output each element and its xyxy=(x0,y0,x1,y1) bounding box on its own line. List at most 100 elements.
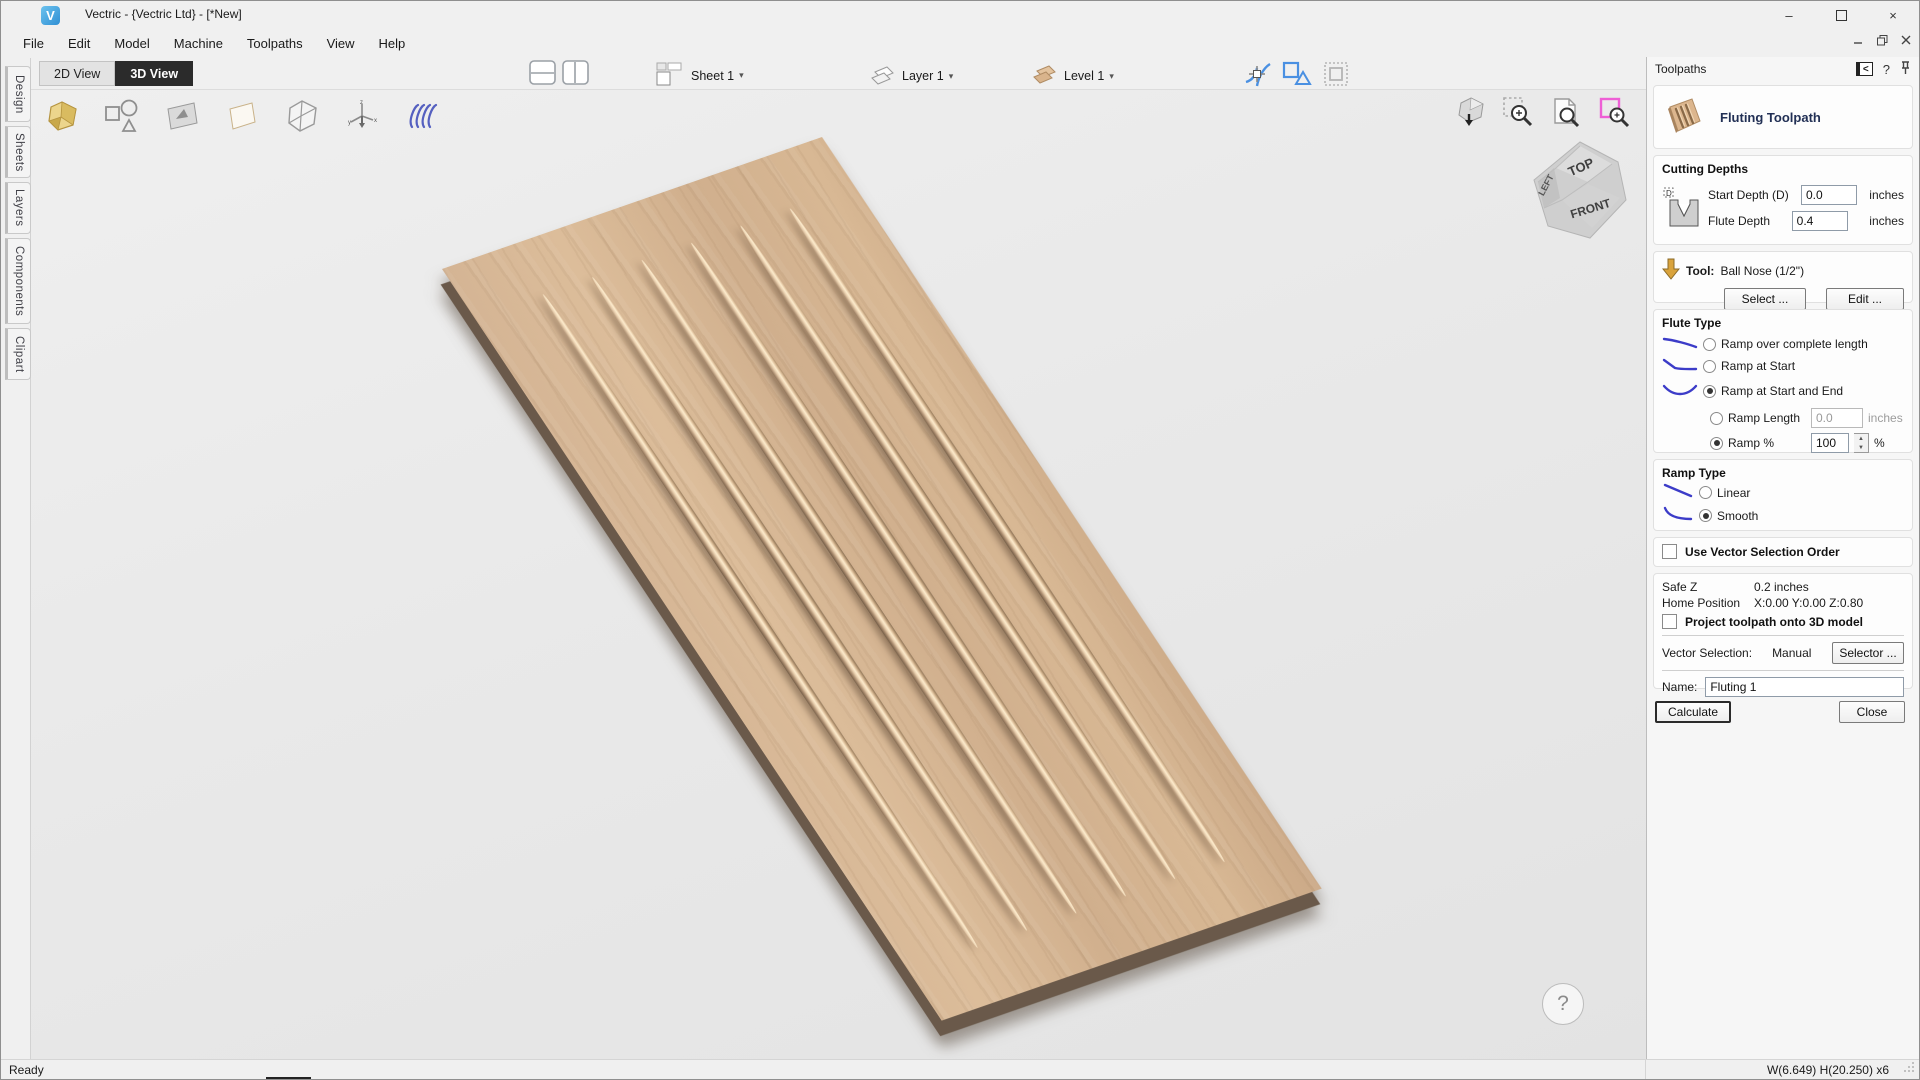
menu-toolpaths[interactable]: Toolpaths xyxy=(235,31,315,56)
sheet-icon xyxy=(656,62,686,89)
menu-edit[interactable]: Edit xyxy=(56,31,102,56)
calculate-button[interactable]: Calculate xyxy=(1655,701,1731,723)
ramp-linear-icon xyxy=(1662,483,1694,502)
toolpath-squiggle-icon[interactable] xyxy=(403,98,441,134)
maximize-button[interactable] xyxy=(1815,1,1867,29)
ramp-length-input[interactable] xyxy=(1811,408,1863,428)
sidebar-item-design[interactable]: Design xyxy=(5,66,31,122)
flute-depth-units: inches xyxy=(1869,214,1904,228)
sidebar-item-sheets[interactable]: Sheets xyxy=(5,126,31,178)
screen-edge-artifact xyxy=(266,1077,311,1079)
sidebar-item-clipart[interactable]: Clipart xyxy=(5,328,31,380)
radio-ramp-complete[interactable] xyxy=(1703,338,1716,351)
menu-file[interactable]: File xyxy=(11,31,56,56)
view-toolbar xyxy=(1456,96,1630,131)
menu-machine[interactable]: Machine xyxy=(162,31,235,56)
sheet-dropdown[interactable]: Sheet 1 ▾ xyxy=(656,62,744,89)
sidebar-item-layers[interactable]: Layers xyxy=(5,182,31,234)
level-dropdown-label: Level 1 xyxy=(1064,69,1104,83)
ramp-smooth-icon xyxy=(1662,506,1694,525)
flute-depth-input[interactable] xyxy=(1792,211,1848,231)
radio-ramp-smooth[interactable] xyxy=(1699,509,1712,522)
start-depth-input[interactable] xyxy=(1801,185,1857,205)
menu-help[interactable]: Help xyxy=(367,31,418,56)
shapes-icon[interactable] xyxy=(103,98,141,134)
layer-dropdown[interactable]: Layer 1 ▾ xyxy=(869,62,953,90)
radio-ramp-start-end[interactable] xyxy=(1703,385,1716,398)
3d-viewport[interactable]: zyx TOP LEFT FRONT ? xyxy=(31,90,1648,1059)
window-title: Vectric - {Vectric Ltd} - [*New] xyxy=(85,7,242,21)
radio-ramp-percent[interactable] xyxy=(1710,437,1723,450)
geometry-snap-icon[interactable] xyxy=(1282,60,1312,91)
use-vector-order-checkbox[interactable] xyxy=(1662,544,1677,559)
panel-pin-icon[interactable] xyxy=(1900,61,1911,78)
cutting-depths-heading: Cutting Depths xyxy=(1662,162,1904,176)
menu-view[interactable]: View xyxy=(315,31,367,56)
zoom-selection-icon[interactable] xyxy=(1502,96,1534,131)
material-block-icon[interactable] xyxy=(43,98,81,134)
sheet-dropdown-label: Sheet 1 xyxy=(691,69,734,83)
sheet-blank-icon[interactable] xyxy=(223,98,261,134)
mdi-close-button[interactable] xyxy=(1897,31,1915,49)
close-button[interactable]: × xyxy=(1867,1,1919,29)
divider xyxy=(1645,1060,1646,1079)
home-position-label: Home Position xyxy=(1662,596,1754,610)
resize-grip-icon[interactable] xyxy=(1903,1061,1915,1076)
ramp-percent-spinner[interactable]: ▲▼ xyxy=(1854,433,1869,453)
project-toolpath-checkbox[interactable] xyxy=(1662,614,1677,629)
vector-selection-value: Manual xyxy=(1772,646,1811,660)
tool-name: Ball Nose (1/2") xyxy=(1720,264,1804,278)
ramp-percent-label: Ramp % xyxy=(1728,436,1806,450)
tool-edit-button[interactable]: Edit ... xyxy=(1826,288,1904,310)
tab-2d-view[interactable]: 2D View xyxy=(39,61,115,86)
position-card: Safe Z 0.2 inches Home Position X:0.00 Y… xyxy=(1653,573,1913,689)
spinner-down-icon[interactable]: ▼ xyxy=(1854,443,1868,452)
help-button[interactable]: ? xyxy=(1542,983,1584,1025)
safe-z-value: 0.2 inches xyxy=(1754,580,1809,594)
use-vector-order-label: Use Vector Selection Order xyxy=(1685,545,1840,559)
component-preview-icon[interactable] xyxy=(163,98,201,134)
start-depth-units: inches xyxy=(1869,188,1904,202)
grid-snap-icon[interactable] xyxy=(1322,60,1350,91)
axes-icon[interactable]: zyx xyxy=(343,98,381,134)
menu-model[interactable]: Model xyxy=(102,31,161,56)
material-block-3d[interactable] xyxy=(442,137,1322,1021)
panel-help-icon[interactable]: ? xyxy=(1883,62,1890,77)
close-panel-button[interactable]: Close xyxy=(1839,701,1905,723)
chevron-down-icon: ▾ xyxy=(739,70,744,81)
mdi-restore-button[interactable] xyxy=(1873,31,1891,49)
status-text: Ready xyxy=(9,1063,44,1077)
tool-label: Tool: xyxy=(1686,264,1714,278)
zoom-drawing-icon[interactable] xyxy=(1550,96,1582,131)
vector-selection-label: Vector Selection: xyxy=(1662,646,1752,660)
zoom-box-icon[interactable] xyxy=(1598,96,1630,131)
spinner-up-icon[interactable]: ▲ xyxy=(1854,434,1868,443)
radio-ramp-start[interactable] xyxy=(1703,360,1716,373)
ramp-length-label: Ramp Length xyxy=(1728,411,1806,425)
toolpath-name-input[interactable] xyxy=(1705,677,1904,697)
ramp-complete-label: Ramp over complete length xyxy=(1721,337,1868,351)
view-orientation-cube[interactable]: TOP LEFT FRONT xyxy=(1526,138,1634,246)
sidebar-item-components[interactable]: Components xyxy=(5,238,31,324)
tool-select-button[interactable]: Select ... xyxy=(1724,288,1806,310)
safe-z-label: Safe Z xyxy=(1662,580,1754,594)
wireframe-cube-icon[interactable] xyxy=(283,98,321,134)
flute-groove xyxy=(587,275,1033,933)
project-toolpath-label: Project toolpath onto 3D model xyxy=(1685,615,1863,629)
radio-ramp-linear[interactable] xyxy=(1699,486,1712,499)
ramp-percent-input[interactable] xyxy=(1811,433,1849,453)
mdi-minimize-button[interactable] xyxy=(1849,31,1867,49)
shaded-view-icon[interactable] xyxy=(1456,96,1486,131)
vector-order-card: Use Vector Selection Order xyxy=(1653,537,1913,567)
radio-ramp-length[interactable] xyxy=(1710,412,1723,425)
flute-depth-label: Flute Depth xyxy=(1708,214,1770,228)
minimize-button[interactable]: – xyxy=(1763,1,1815,29)
selector-button[interactable]: Selector ... xyxy=(1832,642,1904,664)
panel-collapse-icon[interactable]: < xyxy=(1856,62,1873,76)
split-horizontal-icon[interactable] xyxy=(529,60,556,88)
split-vertical-icon[interactable] xyxy=(562,60,589,88)
level-dropdown[interactable]: Level 1 ▾ xyxy=(1031,62,1114,90)
tab-3d-view[interactable]: 3D View xyxy=(115,61,193,86)
home-position-value: X:0.00 Y:0.00 Z:0.80 xyxy=(1754,596,1863,610)
node-snap-icon[interactable] xyxy=(1244,60,1272,91)
